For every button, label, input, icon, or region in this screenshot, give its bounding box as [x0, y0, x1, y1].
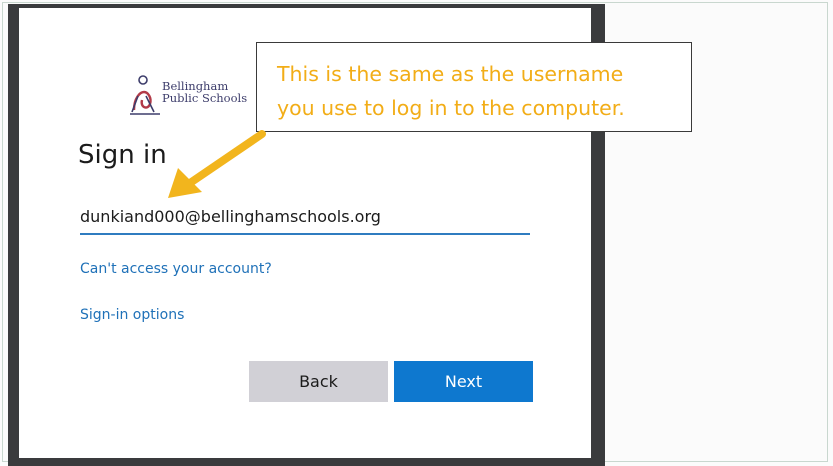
- callout-arrow-icon: [168, 130, 266, 198]
